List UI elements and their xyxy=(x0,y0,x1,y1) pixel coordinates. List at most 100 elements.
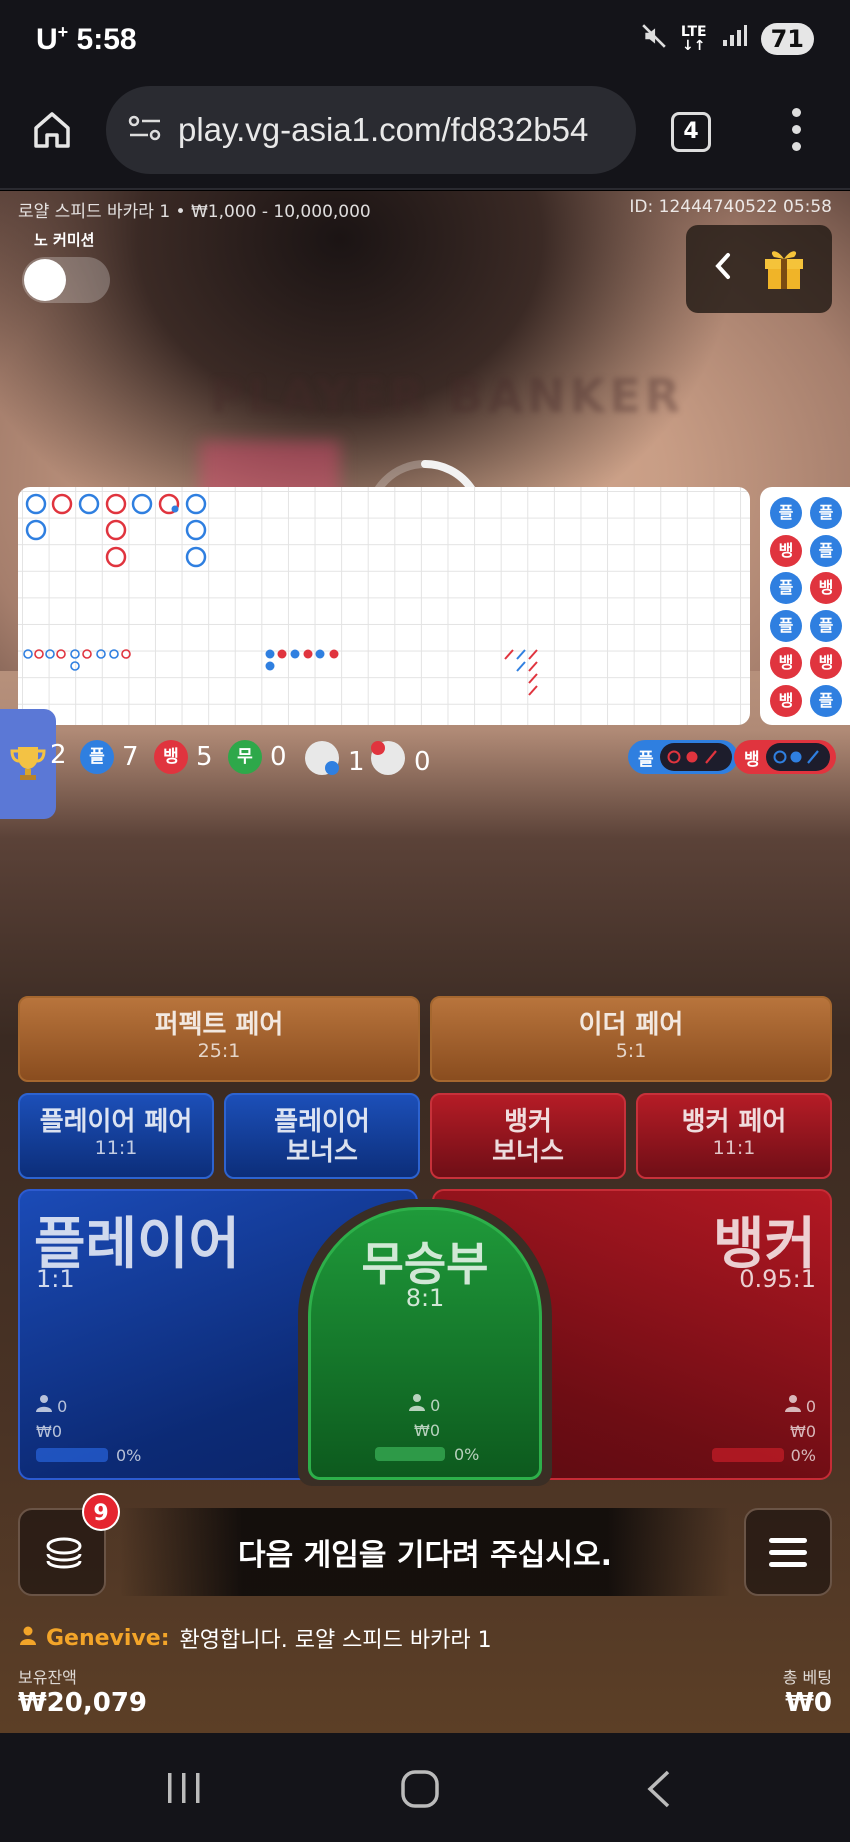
road-side-dot: 뱅 xyxy=(810,647,842,679)
banker-count: 뱅 5 xyxy=(154,740,213,774)
perfect-pair-bet[interactable]: 퍼펙트 페어 25:1 xyxy=(18,996,420,1082)
player-pair-label: 플레이어 페어 xyxy=(39,1107,193,1137)
big-eye-road-panel[interactable]: 플뱅플플뱅뱅플플뱅플뱅플 xyxy=(760,487,850,725)
player-pair-odds: 11:1 xyxy=(94,1137,138,1159)
browser-toolbar: play.vg-asia1.com/fd832b54 4 xyxy=(0,78,850,190)
lte-icon: LTE ↓↑ xyxy=(680,24,707,54)
total-count: 2 xyxy=(50,740,67,770)
recent-apps-icon[interactable] xyxy=(164,1771,204,1809)
predict-player-icons xyxy=(659,743,732,771)
banker-bet-percent: 0% xyxy=(790,1446,816,1465)
banker-bettors-count: 0 xyxy=(805,1397,816,1416)
chat-message: Genevive: 환영합니다. 로얄 스피드 바카라 1 xyxy=(20,1622,492,1654)
back-nav-icon[interactable] xyxy=(644,1769,674,1813)
player-pair-bet[interactable]: 플레이어 페어 11:1 xyxy=(18,1093,214,1179)
tie-bet-odds: 8:1 xyxy=(405,1284,445,1312)
banker-pair-odds: 11:1 xyxy=(712,1137,756,1159)
battery-indicator: 71 xyxy=(760,23,814,55)
tie-bettors: 0 xyxy=(409,1393,440,1415)
player-bonus-bet[interactable]: 플레이어 보너스 xyxy=(224,1093,420,1179)
site-settings-icon[interactable] xyxy=(128,113,162,147)
no-commission-label: 노 커미션 xyxy=(34,231,95,249)
road-side-dot: 뱅 xyxy=(810,572,842,604)
android-nav-bar xyxy=(0,1733,850,1842)
menu-button[interactable] xyxy=(744,1508,832,1596)
player-bet-amount: ₩0 xyxy=(36,1422,62,1441)
banker-bonus-label-1: 뱅커 xyxy=(504,1107,552,1137)
predict-banker-label: 뱅 xyxy=(744,749,760,770)
home-icon[interactable] xyxy=(30,108,74,152)
banker-bet-odds: 0.95:1 xyxy=(739,1265,816,1293)
signal-icon xyxy=(721,24,747,54)
gift-icon[interactable] xyxy=(762,243,806,295)
player-bet-odds: 1:1 xyxy=(36,1265,75,1293)
road-side-dot: 뱅 xyxy=(770,647,802,679)
total-bet-label: 총 베팅 xyxy=(782,1668,832,1687)
user-icon xyxy=(784,1395,806,1416)
road-side-dot: 뱅 xyxy=(770,684,802,717)
road-side-dot: 플 xyxy=(770,497,802,529)
banker-bet-amount: ₩0 xyxy=(790,1422,816,1441)
home-nav-icon[interactable] xyxy=(400,1769,440,1813)
road-marks xyxy=(23,493,538,696)
address-bar[interactable]: play.vg-asia1.com/fd832b54 xyxy=(106,86,636,174)
player-count-value: 7 xyxy=(122,742,139,772)
more-menu-icon[interactable] xyxy=(790,108,802,154)
tab-switcher-button[interactable]: 4 xyxy=(671,112,711,152)
chevron-left-icon[interactable] xyxy=(712,249,734,290)
mute-icon xyxy=(641,23,667,55)
player-bet-bar xyxy=(36,1448,108,1462)
player-bet-percent: 0% xyxy=(116,1446,142,1465)
table-info: 로얄 스피드 바카라 1 • ₩1,000 - 10,000,000 xyxy=(18,202,371,222)
banker-count-value: 5 xyxy=(196,742,213,772)
status-icons: LTE ↓↑ 71 xyxy=(641,23,814,55)
chat-text: 환영합니다. 로얄 스피드 바카라 1 xyxy=(179,1628,492,1653)
road-side-dot: 플 xyxy=(770,572,802,604)
chat-username: Genevive: xyxy=(46,1625,170,1651)
status-bar: U+ 5:58 LTE ↓↑ 71 xyxy=(0,0,850,78)
road-side-dot: 플 xyxy=(770,609,802,642)
blurred-table-text: PLAYER BANKER xyxy=(210,369,685,423)
bead-road-board[interactable] xyxy=(18,487,750,725)
player-bettors-count: 0 xyxy=(57,1397,68,1416)
tie-chip: 무 xyxy=(228,740,262,774)
predict-player-button[interactable]: 플 xyxy=(628,740,738,774)
toggle-knob xyxy=(24,259,66,301)
predict-banker-icons xyxy=(765,743,830,771)
road-side-dot: 뱅 xyxy=(770,534,802,567)
tie-count: 무 0 xyxy=(228,740,287,774)
tie-bet[interactable]: 무승부 8:1 0 ₩0 0% xyxy=(308,1207,542,1480)
player-pair-count-value: 1 xyxy=(348,746,365,777)
tie-bet-amount: ₩0 xyxy=(414,1421,440,1440)
banker-pair-bet[interactable]: 뱅커 페어 11:1 xyxy=(636,1093,832,1179)
chip-count-badge: 9 xyxy=(82,1493,120,1531)
balance-label: 보유잔액 xyxy=(18,1668,77,1687)
total-bet-value: ₩0 xyxy=(785,1688,832,1718)
round-id: ID: 12444740522 05:58 xyxy=(629,197,832,217)
chips-icon[interactable] xyxy=(44,1534,84,1578)
road-side-dot: 플 xyxy=(810,684,842,717)
either-pair-bet[interactable]: 이더 페어 5:1 xyxy=(430,996,832,1082)
promo-panel[interactable] xyxy=(686,225,832,313)
banker-bettors: 0 xyxy=(784,1394,816,1416)
game-area: PLAYER BANKER 로얄 스피드 바카라 1 • ₩1,000 - 10… xyxy=(0,191,850,1733)
tie-count-value: 0 xyxy=(270,742,287,772)
banker-pair-icon xyxy=(370,740,406,783)
banker-pair-count: 0 xyxy=(370,740,431,783)
predict-banker-button[interactable]: 뱅 xyxy=(734,740,836,774)
hamburger-icon[interactable] xyxy=(746,1538,830,1567)
url-text[interactable]: play.vg-asia1.com/fd832b54 xyxy=(178,111,588,149)
player-pair-icon xyxy=(304,740,340,783)
banker-pair-label: 뱅커 페어 xyxy=(681,1107,787,1137)
perfect-pair-odds: 25:1 xyxy=(197,1040,241,1062)
either-pair-label: 이더 페어 xyxy=(578,1010,684,1040)
no-commission-toggle[interactable] xyxy=(22,257,110,303)
player-bettors: 0 xyxy=(36,1394,67,1416)
carrier: U xyxy=(36,22,58,56)
banker-bonus-bet[interactable]: 뱅커 보너스 xyxy=(430,1093,626,1179)
user-icon xyxy=(36,1395,57,1416)
banker-chip: 뱅 xyxy=(154,740,188,774)
predict-player-label: 플 xyxy=(638,749,654,770)
player-bonus-label-2: 보너스 xyxy=(286,1137,358,1167)
total-count-value: 2 xyxy=(50,740,67,770)
